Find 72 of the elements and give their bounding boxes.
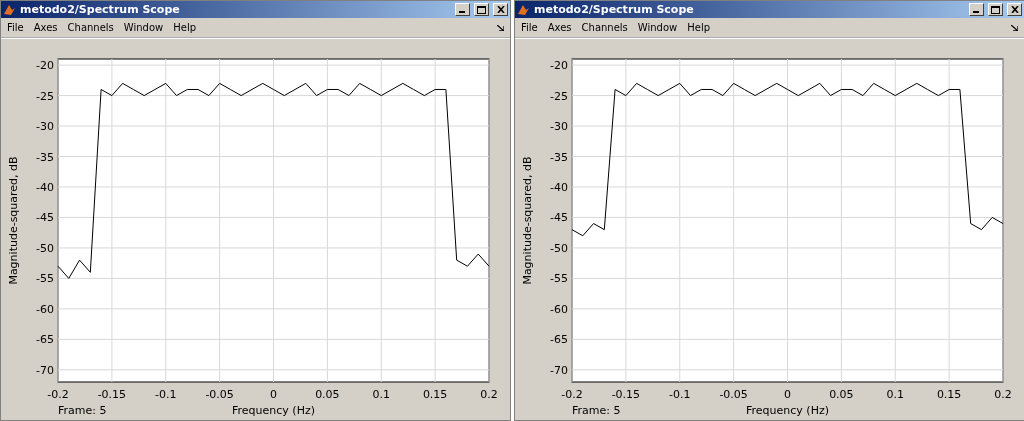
menu-item[interactable]: File [521,22,538,33]
y-axis-label: Magnitude-squared, dB [521,156,534,285]
maximize-button[interactable] [988,3,1003,16]
y-tick-label: -60 [550,302,568,316]
maximize-icon [477,5,486,14]
x-tick-label: 0 [784,388,791,401]
menu-item[interactable]: Window [637,22,678,33]
y-tick-label: -30 [550,120,568,134]
x-tick-label: -0.1 [669,388,691,401]
app-logo-icon [517,3,530,16]
menu-item[interactable]: Help [173,22,197,33]
x-tick-label: 0.15 [422,388,448,401]
y-tick-label: -60 [36,302,54,316]
maximize-button[interactable] [474,3,489,16]
y-tick-label: -65 [36,333,54,347]
y-tick-label: -40 [36,181,54,194]
minimize-button[interactable] [455,3,470,16]
y-tick-label: -55 [550,272,568,286]
y-tick-label: -65 [550,333,568,347]
x-tick-label: -0.2 [47,388,69,401]
x-tick-label: -0.15 [611,388,641,401]
menu-item[interactable]: Axes [547,22,572,33]
menu-item[interactable]: Window [123,22,164,33]
window-title: metodo2/Spectrum Scope [534,3,695,16]
x-tick-label: -0.2 [561,388,583,401]
x-tick-label: 0 [270,388,277,401]
close-button[interactable] [1007,3,1022,16]
frame-label: Frame: 5 [572,404,621,417]
dock-arrow-icon[interactable] [1011,24,1018,31]
y-tick-label: -35 [550,150,568,164]
y-tick-label: -40 [550,181,568,194]
x-tick-label: 0.05 [315,388,340,401]
y-tick-label: -25 [550,89,568,103]
y-tick-label: -30 [36,120,54,134]
maximize-icon [991,5,1000,14]
x-tick-label: 0.05 [829,388,854,401]
x-tick-label: -0.05 [719,388,748,401]
minimize-button[interactable] [969,3,984,16]
x-axis-label: Frequency (Hz) [232,404,315,417]
menu-item[interactable]: Axes [33,22,58,33]
x-tick-label: -0.05 [205,388,234,401]
x-tick-label: -0.1 [155,388,177,401]
y-tick-label: -50 [550,241,568,255]
close-icon [496,6,505,13]
menu-item[interactable]: Channels [581,22,628,33]
x-tick-label: 0.2 [994,388,1012,401]
x-tick-label: 0.1 [372,388,390,401]
y-tick-label: -45 [36,211,54,225]
y-tick-label: -45 [550,211,568,225]
y-tick-label: -20 [550,59,568,73]
y-tick-label: -35 [36,150,54,164]
y-tick-label: -70 [550,363,568,377]
menu-item[interactable]: Channels [67,22,114,33]
window-title: metodo2/Spectrum Scope [20,3,181,16]
frame-label: Frame: 5 [58,404,107,417]
x-tick-label: 0.15 [936,388,962,401]
y-tick-label: -20 [36,59,54,73]
dock-arrow-icon[interactable] [497,24,504,31]
x-tick-label: 0.1 [886,388,904,401]
y-tick-label: -50 [36,241,54,255]
y-tick-label: -70 [36,363,54,377]
close-button[interactable] [493,3,508,16]
app-logo-icon [3,3,16,16]
x-axis-label: Frequency (Hz) [746,404,829,417]
x-tick-label: 0.2 [480,388,498,401]
x-tick-label: -0.15 [97,388,127,401]
menu-item[interactable]: Help [687,22,711,33]
y-tick-label: -55 [36,272,54,286]
y-tick-label: -25 [36,89,54,103]
close-icon [1010,6,1019,13]
y-axis-label: Magnitude-squared, dB [7,156,20,285]
menu-item[interactable]: File [7,22,24,33]
